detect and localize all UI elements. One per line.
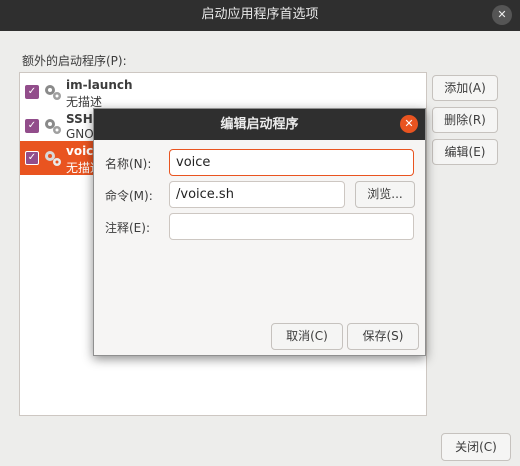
program-name: im-launch xyxy=(66,78,133,92)
dialog-close-icon[interactable]: ✕ xyxy=(400,115,418,133)
gears-icon xyxy=(45,119,61,134)
program-name: SSH xyxy=(66,112,93,126)
add-button[interactable]: 添加(A) xyxy=(432,75,498,101)
save-button[interactable]: 保存(S) xyxy=(347,323,419,350)
enable-checkbox[interactable]: ✓ xyxy=(25,119,39,133)
edit-startup-dialog: 编辑启动程序 ✕ 名称(N): voice 命令(M): /voice.sh 浏… xyxy=(93,108,426,356)
remove-button[interactable]: 删除(R) xyxy=(432,107,498,133)
program-description: GNO xyxy=(66,127,94,141)
startup-list-label: 额外的启动程序(P): xyxy=(22,54,127,68)
name-field[interactable]: voice xyxy=(169,149,414,176)
gears-icon xyxy=(45,85,61,100)
list-item-im-launch[interactable]: ✓ im-launch 无描述 xyxy=(20,75,426,109)
dialog-title: 编辑启动程序 xyxy=(220,117,299,132)
close-button[interactable]: 关闭(C) xyxy=(441,433,511,461)
enable-checkbox[interactable]: ✓ xyxy=(25,151,39,165)
enable-checkbox[interactable]: ✓ xyxy=(25,85,39,99)
gears-icon xyxy=(45,151,61,166)
comment-label: 注释(E): xyxy=(105,221,150,235)
command-field[interactable]: /voice.sh xyxy=(169,181,345,208)
comment-field[interactable] xyxy=(169,213,414,240)
window-close-icon[interactable]: ✕ xyxy=(492,5,512,25)
dialog-titlebar: 编辑启动程序 ✕ xyxy=(94,109,425,140)
window-title: 启动应用程序首选项 xyxy=(201,7,319,22)
cancel-button[interactable]: 取消(C) xyxy=(271,323,343,350)
browse-button[interactable]: 浏览... xyxy=(355,181,415,208)
edit-button[interactable]: 编辑(E) xyxy=(432,139,498,165)
name-label: 名称(N): xyxy=(105,157,152,171)
window-titlebar: 启动应用程序首选项 ✕ xyxy=(0,0,520,31)
command-label: 命令(M): xyxy=(105,189,153,203)
